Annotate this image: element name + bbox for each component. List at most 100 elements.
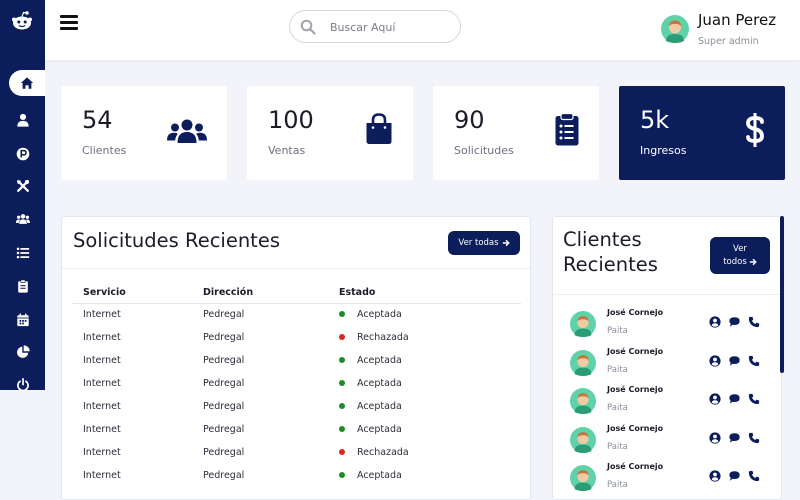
cell-estado: Rechazada xyxy=(328,441,521,464)
client-list-item[interactable]: José Cornejo Paita xyxy=(553,343,783,381)
table-row[interactable]: Internet Pedregal Aceptada xyxy=(72,349,521,372)
cell-direccion: Pedregal xyxy=(203,378,245,389)
status-dot xyxy=(339,379,345,386)
cell-direccion: Pedregal xyxy=(203,401,245,412)
profile-icon[interactable] xyxy=(709,431,721,444)
stat-card-clientes[interactable]: 54 Clientes xyxy=(61,86,227,180)
column-header-direccion: Dirección xyxy=(192,282,328,304)
sidebar-item-clipboard[interactable] xyxy=(0,273,45,299)
view-all-clients-button[interactable]: Ver todos xyxy=(710,237,770,274)
tools-icon xyxy=(16,180,29,192)
stat-value: 90 xyxy=(454,106,485,134)
divider xyxy=(62,268,530,269)
client-name: José Cornejo xyxy=(607,385,664,394)
cell-servicio: Internet xyxy=(83,378,121,389)
phone-icon[interactable] xyxy=(748,470,760,482)
client-list-item[interactable]: José Cornejo Paita xyxy=(553,420,783,458)
search-input[interactable] xyxy=(330,18,450,36)
view-all-label: Ver todas xyxy=(458,238,499,248)
table-row[interactable]: Internet Pedregal Aceptada xyxy=(72,395,521,418)
cell-direccion: Pedregal xyxy=(203,424,245,435)
sidebar-item-users[interactable] xyxy=(0,206,45,232)
arrow-right-icon xyxy=(502,239,510,247)
list-icon xyxy=(16,247,29,259)
cell-estado: Aceptada xyxy=(328,464,521,487)
table-row[interactable]: Internet Pedregal Rechazada xyxy=(72,326,521,349)
clipboard-icon xyxy=(17,279,28,293)
client-avatar xyxy=(570,465,596,491)
status-dot xyxy=(339,356,345,363)
profile-icon[interactable] xyxy=(709,316,721,328)
cell-estado: Rechazada xyxy=(328,326,521,349)
cell-direccion: Pedregal xyxy=(203,309,245,321)
recent-clients-title: Clientes Recientes xyxy=(563,227,658,277)
stat-value: 5k xyxy=(640,106,670,134)
status-text: Aceptada xyxy=(357,378,402,389)
divider xyxy=(553,294,781,295)
view-all-clients-label-line2: todos xyxy=(723,256,747,267)
phone-icon[interactable] xyxy=(748,393,760,405)
sidebar-item-profile[interactable] xyxy=(0,107,45,133)
cell-direccion: Pedregal xyxy=(203,332,245,343)
calendar-icon xyxy=(16,313,29,327)
cell-servicio: Internet xyxy=(83,470,121,481)
sidebar-item-parking[interactable] xyxy=(0,141,45,167)
sidebar-item-calendar[interactable] xyxy=(0,307,45,333)
chat-icon[interactable] xyxy=(728,393,741,405)
sidebar-item-reports[interactable] xyxy=(0,339,45,365)
chat-icon[interactable] xyxy=(728,316,741,328)
hamburger-menu-icon[interactable] xyxy=(60,15,78,31)
view-all-requests-button[interactable]: Ver todas xyxy=(448,231,520,255)
profile-icon[interactable] xyxy=(709,354,721,367)
phone-icon[interactable] xyxy=(748,432,760,444)
client-list-item[interactable]: José Cornejo Paita xyxy=(553,381,783,419)
phone-icon[interactable] xyxy=(748,316,760,328)
recent-clients-card: Clientes Recientes Ver todos José Cornej… xyxy=(552,216,782,500)
cell-estado: Aceptada xyxy=(328,418,521,441)
profile-icon[interactable] xyxy=(709,470,721,482)
shopping-bag-icon xyxy=(365,113,393,149)
table-row[interactable]: Internet Pedregal Aceptada xyxy=(72,372,521,395)
table-row[interactable]: Internet Pedregal Rechazada xyxy=(72,441,521,464)
client-name: José Cornejo xyxy=(607,462,664,471)
sidebar-item-list[interactable] xyxy=(0,240,45,266)
clients-scrollbar[interactable] xyxy=(780,216,784,373)
home-icon xyxy=(20,77,34,89)
stat-card-ventas[interactable]: 100 Ventas xyxy=(247,86,413,180)
cell-servicio: Internet xyxy=(83,332,121,343)
sidebar-item-home[interactable] xyxy=(9,70,45,96)
stat-label: Solicitudes xyxy=(454,144,514,157)
chat-icon[interactable] xyxy=(728,355,741,367)
sidebar-item-logout[interactable] xyxy=(0,372,45,398)
client-avatar xyxy=(570,426,596,453)
client-name: José Cornejo xyxy=(607,308,664,317)
topbar: Juan Perez Super admin xyxy=(45,0,800,60)
sidebar-item-tools[interactable] xyxy=(0,173,45,199)
stat-card-ingresos[interactable]: 5k Ingresos xyxy=(619,86,785,180)
user-avatar[interactable] xyxy=(661,15,689,43)
client-list-item[interactable]: José Cornejo Paita xyxy=(553,458,783,496)
table-row[interactable]: Internet Pedregal Aceptada xyxy=(72,303,521,326)
dollar-icon xyxy=(745,112,765,152)
stat-value: 54 xyxy=(82,106,113,134)
stat-label: Ventas xyxy=(268,144,306,157)
status-text: Aceptada xyxy=(357,355,402,366)
status-dot xyxy=(339,310,345,317)
client-city: Paita xyxy=(607,441,628,452)
chat-icon[interactable] xyxy=(728,432,741,444)
client-city: Paita xyxy=(607,480,628,490)
phone-icon[interactable] xyxy=(748,355,760,367)
status-text: Rechazada xyxy=(357,332,409,343)
profile-icon[interactable] xyxy=(709,393,721,405)
client-list-item[interactable]: José Cornejo Paita xyxy=(553,304,783,342)
table-row[interactable]: Internet Pedregal Aceptada xyxy=(72,418,521,441)
table-row[interactable]: Internet Pedregal Aceptada xyxy=(72,464,521,487)
stat-label: Clientes xyxy=(82,144,127,157)
stat-card-solicitudes[interactable]: 90 Solicitudes xyxy=(433,86,599,180)
reddit-logo-icon[interactable] xyxy=(11,10,33,32)
cell-servicio: Internet xyxy=(83,447,121,458)
status-text: Rechazada xyxy=(357,447,409,458)
chat-icon[interactable] xyxy=(728,470,741,482)
client-name: José Cornejo xyxy=(607,423,664,433)
search-box[interactable] xyxy=(289,10,461,43)
